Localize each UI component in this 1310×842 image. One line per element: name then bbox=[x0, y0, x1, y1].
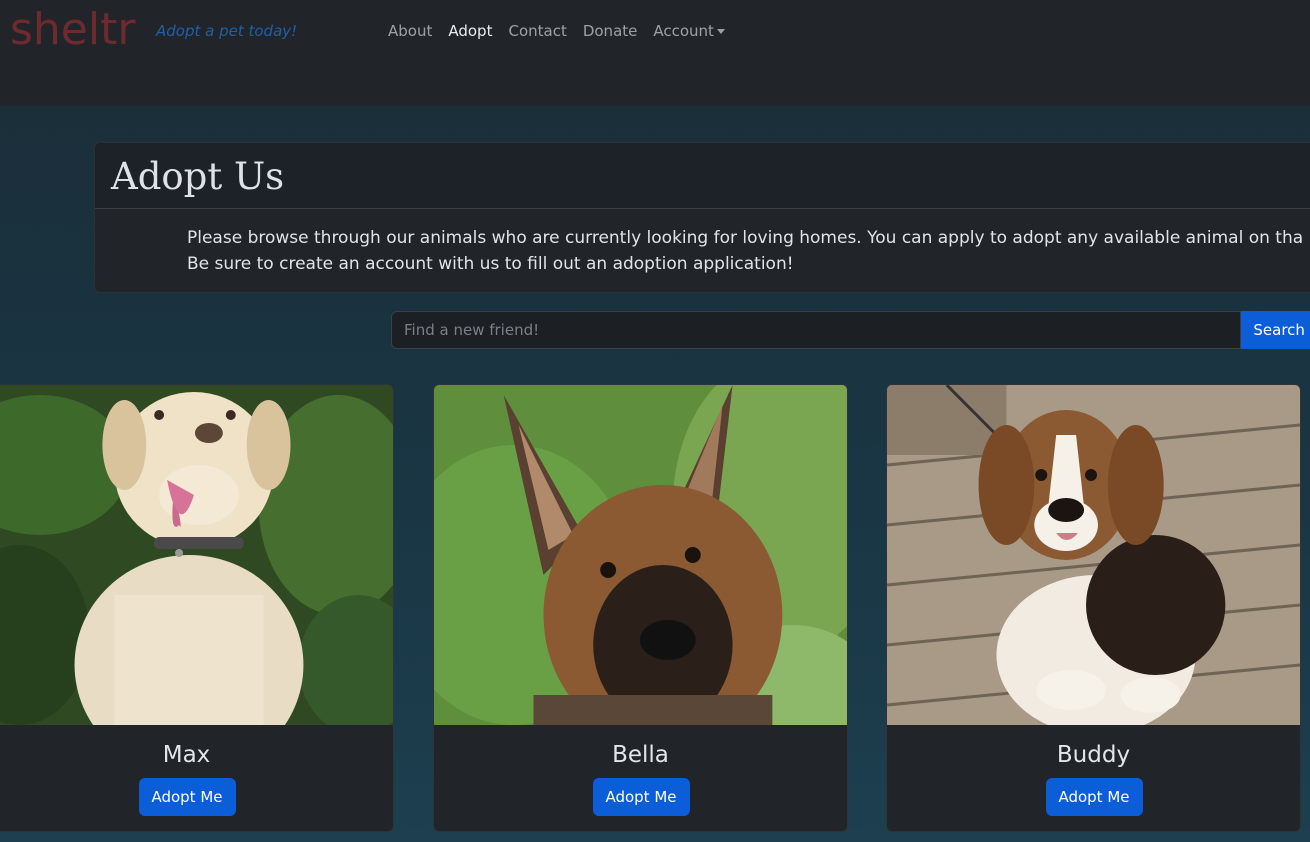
nav-menu: About Adopt Contact Donate Account bbox=[388, 22, 741, 40]
page-title: Adopt Us bbox=[111, 155, 285, 198]
brand-tagline: Adopt a pet today! bbox=[156, 22, 298, 40]
caret-down-icon bbox=[716, 29, 725, 34]
adopt-header-card: Adopt Us Please browse through our anima… bbox=[94, 142, 1310, 293]
adopt-me-button[interactable]: Adopt Me bbox=[138, 778, 236, 816]
pet-card-bella: Bella Adopt Me bbox=[433, 384, 848, 832]
brand-logo[interactable]: sheltr bbox=[10, 4, 135, 55]
intro-text: Please browse through our animals who ar… bbox=[187, 225, 1310, 277]
nav-item-account-label: Account bbox=[653, 22, 714, 40]
nav-item-account[interactable]: Account bbox=[653, 22, 725, 40]
nav-item-donate[interactable]: Donate bbox=[583, 22, 638, 40]
search-bar: Search bbox=[391, 311, 1310, 349]
search-button[interactable]: Search bbox=[1241, 311, 1310, 349]
yellow-labrador-photo bbox=[0, 385, 393, 725]
intro-line-2: Be sure to create an account with us to … bbox=[187, 254, 794, 274]
nav-item-about[interactable]: About bbox=[388, 22, 432, 40]
pet-card-max: Max Adopt Me bbox=[0, 384, 394, 832]
pet-card-buddy: Buddy Adopt Me bbox=[886, 384, 1301, 832]
german-shepherd-puppy-photo bbox=[434, 385, 847, 725]
search-input[interactable] bbox=[391, 311, 1242, 349]
pet-name: Bella bbox=[612, 742, 669, 768]
intro-line-1: Please browse through our animals who ar… bbox=[187, 228, 1304, 248]
adopt-me-button[interactable]: Adopt Me bbox=[592, 778, 690, 816]
nav-item-contact[interactable]: Contact bbox=[508, 22, 566, 40]
navbar: sheltr Adopt a pet today! About Adopt Co… bbox=[0, 0, 1310, 106]
beagle-photo bbox=[887, 385, 1300, 725]
pet-name: Max bbox=[162, 742, 211, 768]
pet-name: Buddy bbox=[1056, 742, 1131, 768]
adopt-me-button[interactable]: Adopt Me bbox=[1045, 778, 1143, 816]
nav-item-adopt[interactable]: Adopt bbox=[448, 22, 492, 40]
